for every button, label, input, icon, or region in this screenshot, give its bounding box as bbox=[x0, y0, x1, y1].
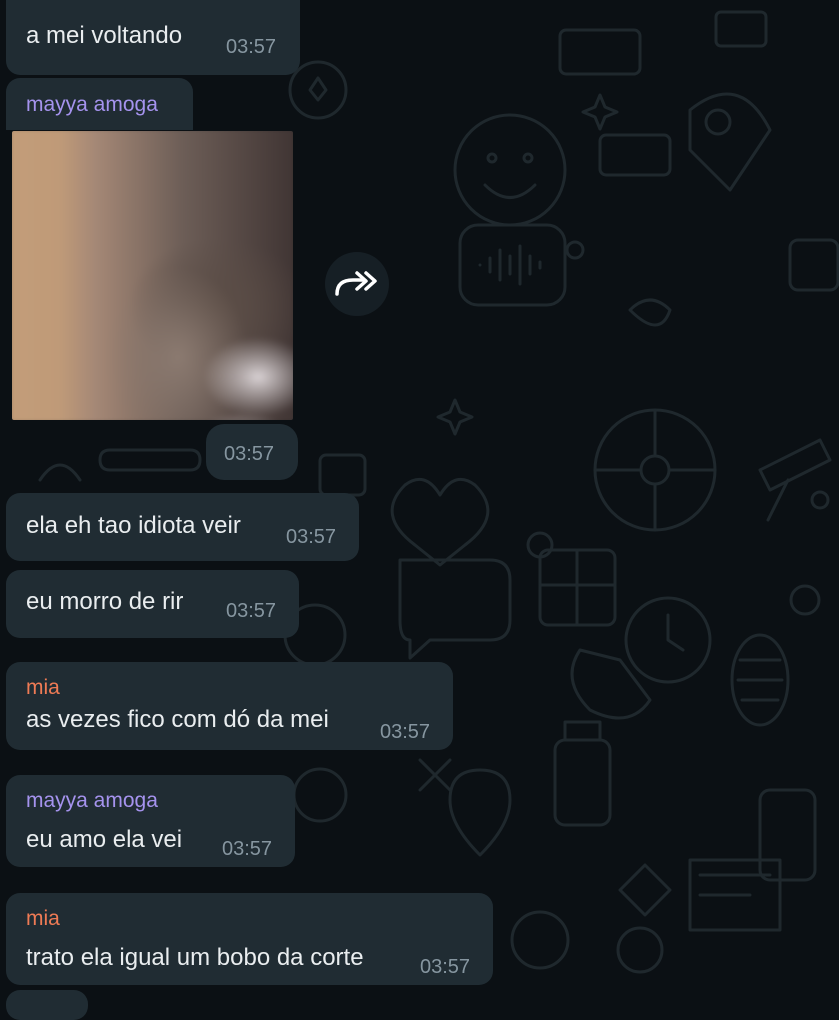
message-time: 03:57 bbox=[380, 721, 431, 743]
message-time: 03:57 bbox=[226, 36, 277, 58]
forward-button[interactable] bbox=[325, 252, 389, 316]
message-bubble[interactable]: ela eh tao idiota veir 03:57 bbox=[6, 493, 359, 561]
message-text: eu amo ela vei bbox=[26, 826, 183, 853]
message-time: 03:57 bbox=[286, 526, 337, 548]
message-text: as vezes fico com dó da mei bbox=[26, 706, 329, 733]
message-text: eu morro de rir bbox=[26, 588, 184, 615]
message-bubble[interactable]: mia as vezes fico com dó da mei 03:57 bbox=[6, 662, 453, 750]
message-text: trato ela igual um bobo da corte bbox=[26, 944, 364, 971]
message-bubble-partial[interactable] bbox=[6, 990, 88, 1020]
message-time: 03:57 bbox=[222, 838, 273, 860]
sender-name: mayya amoga bbox=[26, 789, 158, 812]
message-text: ela eh tao idiota veir bbox=[26, 512, 241, 539]
image-message-photo[interactable] bbox=[12, 131, 293, 420]
message-bubble[interactable]: eu morro de rir 03:57 bbox=[6, 570, 299, 638]
image-time-pill: 03:57 bbox=[206, 424, 298, 480]
message-time: 03:57 bbox=[420, 956, 471, 978]
sender-name: mayya amoga bbox=[26, 93, 158, 116]
forward-icon bbox=[335, 271, 377, 296]
message-time: 03:57 bbox=[226, 600, 277, 622]
blurred-photo bbox=[12, 131, 293, 420]
sender-name: mia bbox=[26, 676, 60, 699]
sender-name: mia bbox=[26, 907, 60, 930]
message-bubble[interactable]: a mei voltando 03:57 bbox=[6, 0, 300, 75]
message-time: 03:57 bbox=[224, 443, 275, 465]
message-bubble[interactable]: mayya amoga eu amo ela vei 03:57 bbox=[6, 775, 295, 867]
message-bubble[interactable]: mia trato ela igual um bobo da corte 03:… bbox=[6, 893, 493, 985]
message-text: a mei voltando bbox=[26, 22, 183, 49]
image-message-sender-tab: mayya amoga bbox=[6, 78, 193, 130]
